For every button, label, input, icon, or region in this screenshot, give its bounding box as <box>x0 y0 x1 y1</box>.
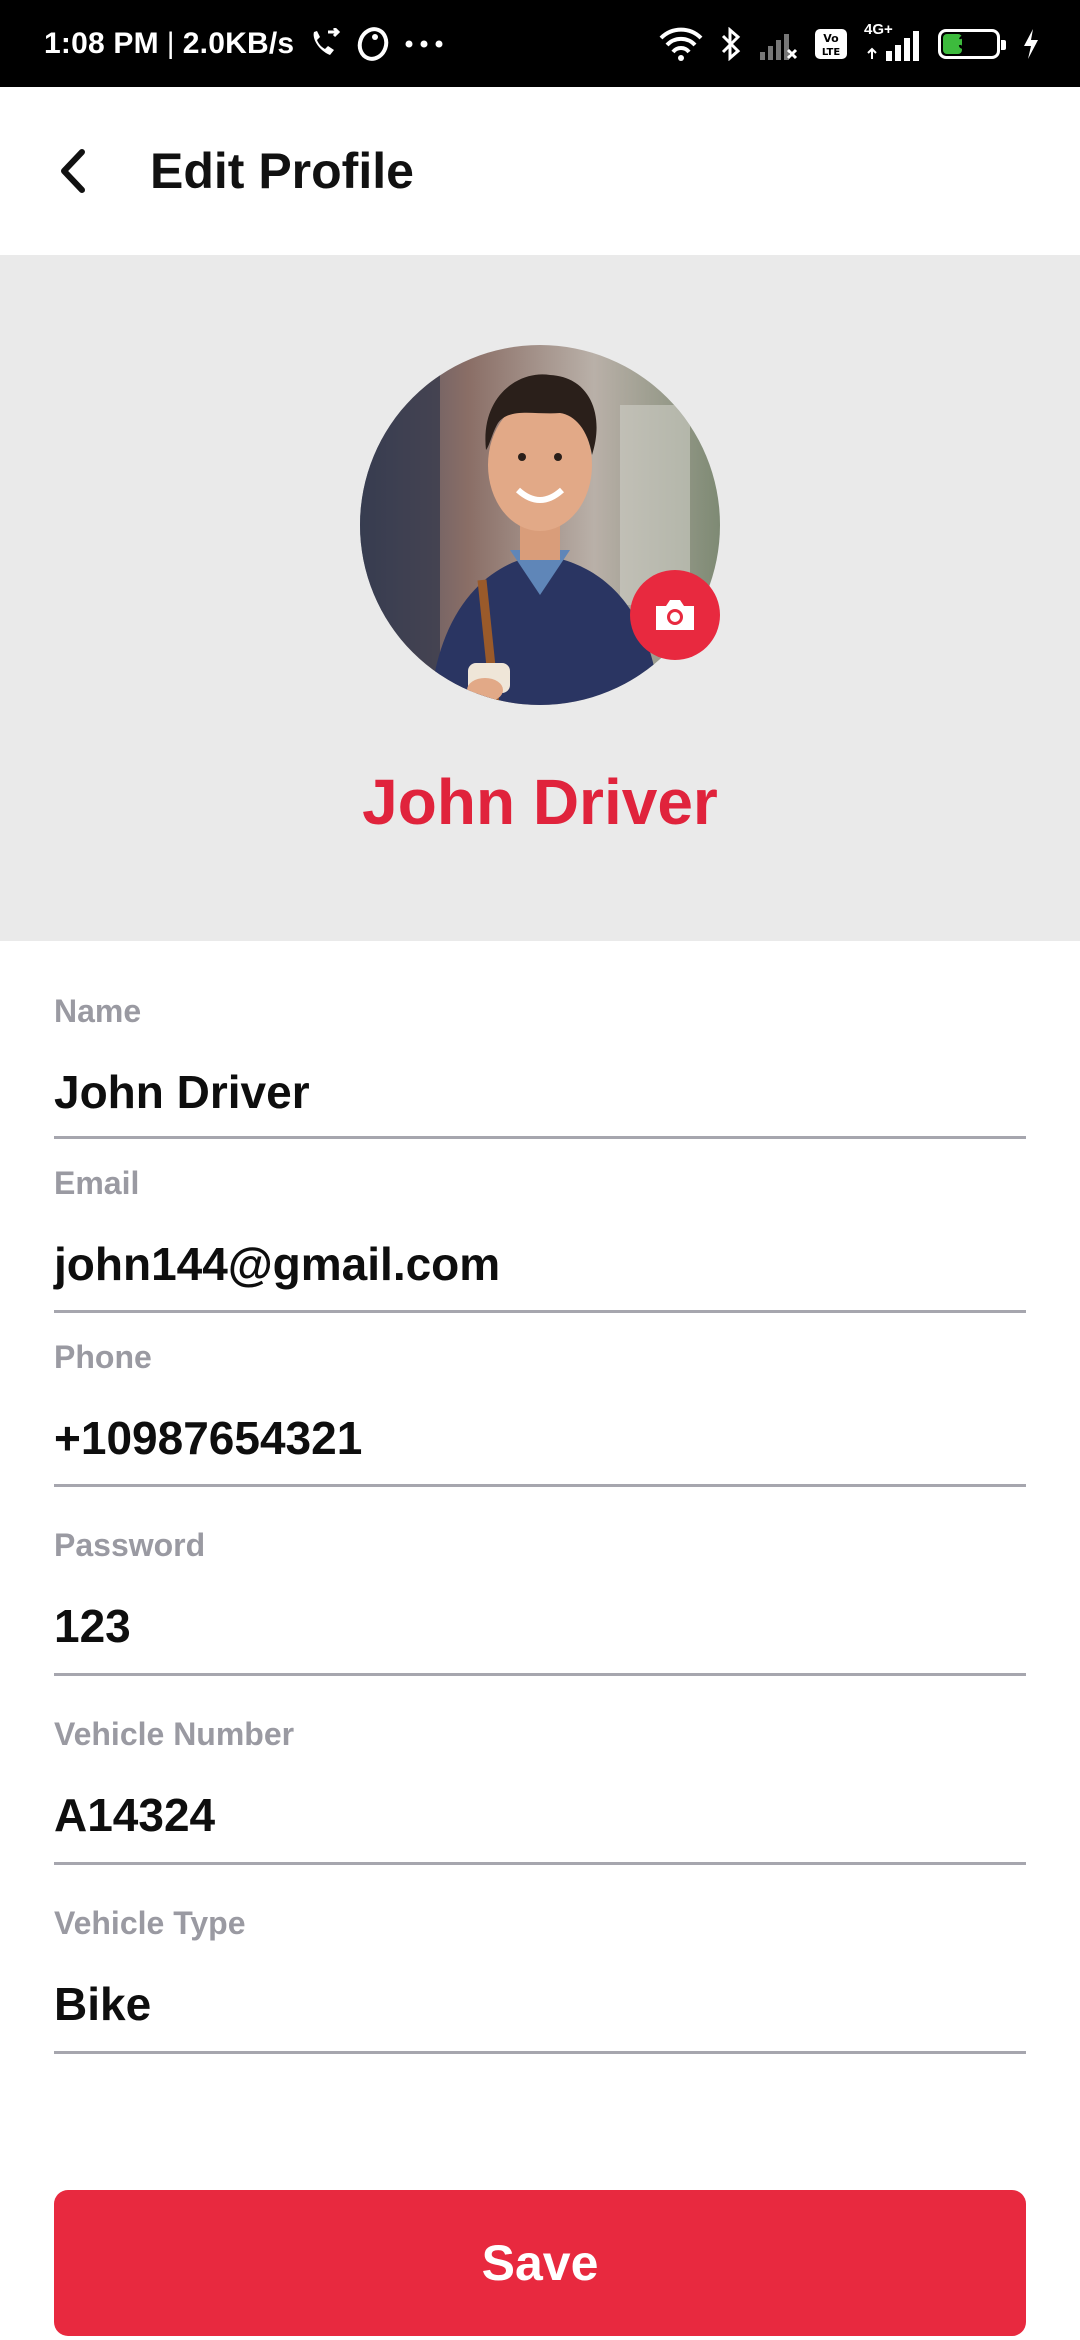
profile-form: Name John Driver Email john144@gmail.com… <box>54 941 1026 2054</box>
arrow-back-icon <box>54 146 94 196</box>
status-left: 1:08 PM | 2.0KB/s <box>44 27 444 61</box>
page-title: Edit Profile <box>150 143 414 199</box>
vehicle-number-field[interactable]: Vehicle Number A14324 <box>54 1676 1026 1865</box>
more-dots-icon <box>404 39 444 49</box>
phone-label: Phone <box>54 1339 152 1375</box>
status-separator: | <box>166 26 175 60</box>
bluetooth-icon <box>720 26 742 61</box>
save-button[interactable]: Save <box>54 2190 1026 2336</box>
email-field[interactable]: Email john144@gmail.com <box>54 1139 1026 1313</box>
camera-icon <box>652 596 698 634</box>
back-button[interactable] <box>14 111 134 231</box>
status-time: 1:08 PM <box>44 26 159 60</box>
phone-field[interactable]: Phone +10987654321 <box>54 1313 1026 1487</box>
profile-display-name: John Driver <box>362 766 718 838</box>
status-bar: 1:08 PM | 2.0KB/s Vo LTE 4G+ 32 <box>0 0 1080 87</box>
name-field[interactable]: Name John Driver <box>54 941 1026 1139</box>
battery-icon: 32 <box>938 28 1006 59</box>
password-field[interactable]: Password 123 <box>54 1487 1026 1676</box>
svg-text:LTE: LTE <box>822 47 841 58</box>
status-right: Vo LTE 4G+ 32 <box>658 21 1040 61</box>
profile-header: John Driver <box>0 255 1080 941</box>
vehicle-type-label: Vehicle Type <box>54 1905 246 1941</box>
wifi-icon <box>658 27 704 61</box>
name-input[interactable]: John Driver <box>54 1065 310 1119</box>
password-input[interactable]: 123 <box>54 1599 131 1653</box>
email-input[interactable]: john144@gmail.com <box>54 1237 500 1291</box>
charging-icon <box>1022 28 1040 60</box>
battery-level: 32 <box>958 32 980 54</box>
svg-text:Vo: Vo <box>823 32 839 45</box>
email-label: Email <box>54 1165 140 1201</box>
signal-weak-icon <box>758 28 798 60</box>
vehicle-number-label: Vehicle Number <box>54 1716 295 1752</box>
vehicle-type-field[interactable]: Vehicle Type Bike <box>54 1865 1026 2054</box>
app-bar: Edit Profile <box>0 87 1080 255</box>
vehicle-number-input[interactable]: A14324 <box>54 1788 215 1842</box>
signal-icon: 4G+ <box>864 21 922 61</box>
name-label: Name <box>54 993 142 1029</box>
change-photo-button[interactable] <box>630 570 720 660</box>
status-speed: 2.0KB/s <box>182 26 295 60</box>
phone-input[interactable]: +10987654321 <box>54 1411 362 1465</box>
call-forward-icon <box>308 27 342 60</box>
volte-icon: Vo LTE <box>814 28 848 60</box>
password-label: Password <box>54 1527 206 1563</box>
network-type-label: 4G+ <box>864 20 893 38</box>
vehicle-type-input[interactable]: Bike <box>54 1977 151 2031</box>
app-icon <box>356 26 390 61</box>
